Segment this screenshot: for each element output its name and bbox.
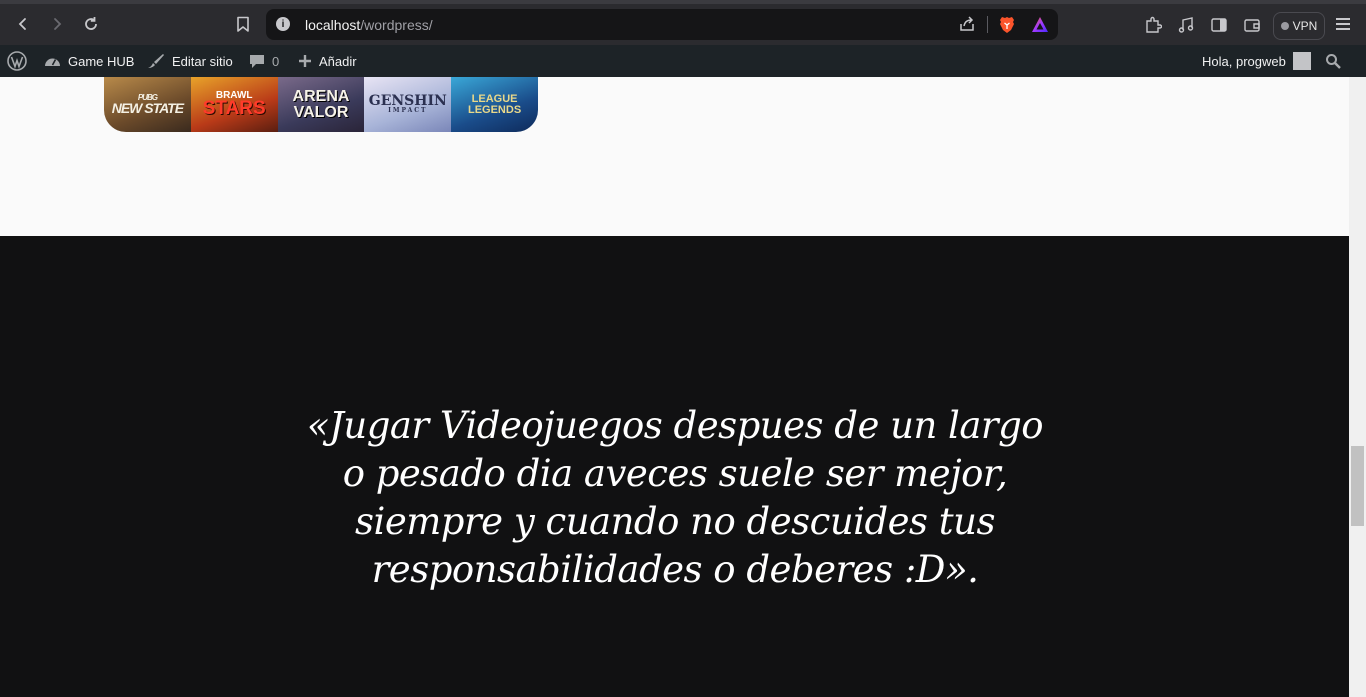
page-content: PUBG NEW STATE BRAWL STARS ARENA VALOR GENS… [0, 77, 1349, 697]
vpn-status-icon [1280, 22, 1289, 30]
address-separator [987, 16, 988, 33]
edit-site-link[interactable]: Editar sitio [147, 45, 233, 77]
wallet-button[interactable] [1243, 16, 1261, 34]
forward-button[interactable] [44, 11, 70, 37]
quote-section: «Jugar Videojuegos despues de un largo o… [0, 236, 1349, 697]
page-scrollbar[interactable] [1349, 77, 1366, 697]
search-button[interactable] [1325, 45, 1341, 77]
dashboard-icon [45, 58, 60, 66]
wordpress-logo-icon [7, 51, 27, 71]
my-account-link[interactable]: Hola, progweb [1202, 45, 1311, 77]
sidebar-icon [1211, 18, 1227, 32]
share-icon[interactable] [958, 15, 976, 33]
reload-icon [85, 17, 97, 30]
puzzle-icon [1146, 16, 1162, 33]
game-tile-genshin-impact: GENSHIN IMPACT [364, 77, 452, 132]
scrollbar-thumb[interactable] [1351, 446, 1364, 526]
sidebar-button[interactable] [1210, 16, 1228, 34]
edit-site-label: Editar sitio [172, 53, 233, 69]
url-path: /wordpress/ [360, 17, 433, 33]
music-note-icon [1178, 17, 1194, 33]
greeting-label: Hola, progweb [1202, 53, 1286, 69]
media-button[interactable] [1177, 16, 1195, 34]
comment-icon [250, 54, 264, 68]
brave-rewards-icon[interactable] [1031, 16, 1049, 33]
browser-toolbar: i localhost/wordpress/ VPN [0, 0, 1366, 45]
site-info-icon[interactable]: i [276, 17, 290, 31]
chevron-right-icon [54, 18, 62, 30]
game-tile-pubg: PUBG NEW STATE [104, 77, 191, 132]
avatar [1292, 52, 1311, 70]
site-name: Game HUB [68, 53, 135, 69]
reload-button[interactable] [78, 11, 104, 37]
wp-admin-bar: Game HUB Editar sitio 0 Añadir Hola, pro… [0, 45, 1366, 77]
add-new-link[interactable]: Añadir [298, 45, 357, 77]
menu-button[interactable] [1336, 18, 1350, 30]
back-button[interactable] [10, 11, 36, 37]
quote-text: «Jugar Videojuegos despues de un largo o… [306, 404, 1044, 591]
comments-link[interactable]: 0 [249, 45, 279, 77]
site-name-link[interactable]: Game HUB [44, 45, 134, 77]
game-tile-brawl-stars: BRAWL STARS [190, 77, 278, 132]
url-text[interactable]: localhost/wordpress/ [305, 17, 433, 33]
brave-shields-icon[interactable] [998, 15, 1016, 34]
address-bar[interactable]: i localhost/wordpress/ [266, 9, 1058, 40]
search-icon [1326, 54, 1341, 69]
game-tile-arena-of-valor: ARENA VALOR [277, 77, 365, 132]
vpn-button[interactable]: VPN [1273, 12, 1325, 40]
extensions-button[interactable] [1144, 16, 1162, 34]
url-host: localhost [305, 17, 361, 33]
games-banner-image: PUBG NEW STATE BRAWL STARS ARENA VALOR GENS… [104, 77, 538, 132]
brush-icon [148, 54, 164, 68]
plus-icon [299, 55, 311, 67]
add-new-label: Añadir [319, 53, 357, 69]
comments-count: 0 [272, 53, 280, 69]
wp-logo-button[interactable] [7, 45, 27, 77]
wallet-icon [1244, 19, 1260, 32]
bookmark-button[interactable] [230, 11, 256, 37]
bookmark-icon [237, 16, 249, 32]
game-tile-league-of-legends: LEAGUE LEGENDS [451, 77, 538, 132]
vpn-label: VPN [1292, 19, 1318, 33]
chevron-left-icon [18, 18, 26, 30]
light-section: PUBG NEW STATE BRAWL STARS ARENA VALOR GENS… [0, 77, 1349, 236]
